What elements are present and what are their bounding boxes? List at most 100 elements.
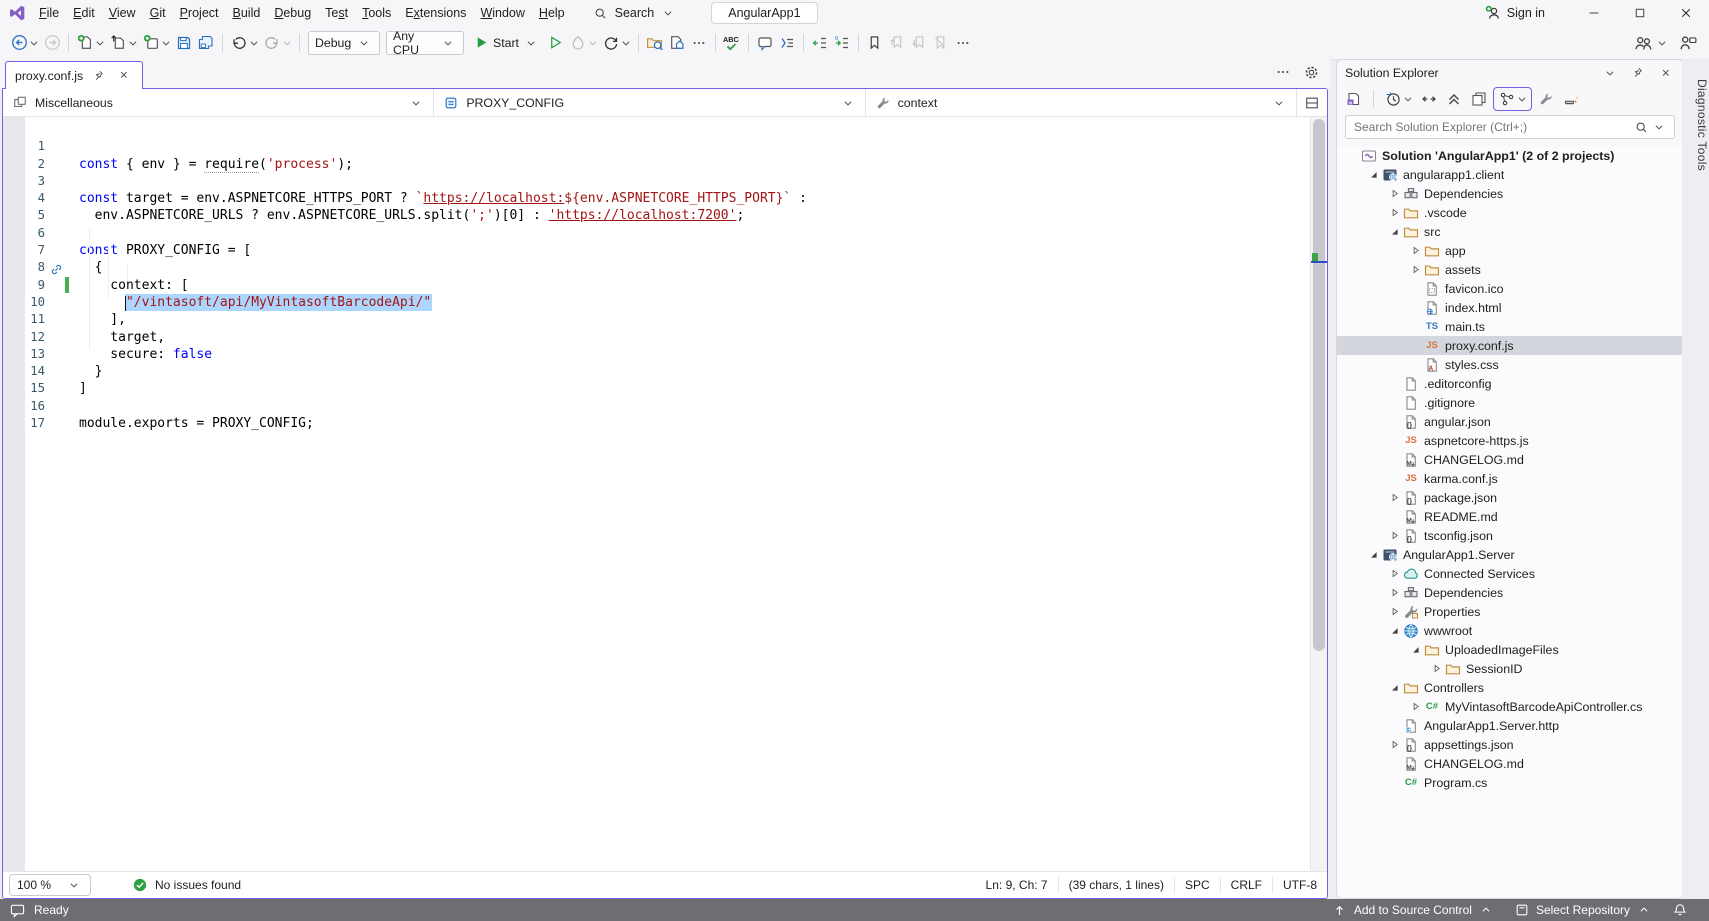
indent-inc-button[interactable]: 9 bbox=[831, 31, 853, 55]
close-icon[interactable] bbox=[1657, 64, 1675, 82]
scope-view-button[interactable] bbox=[1493, 87, 1532, 111]
split-editor-button[interactable] bbox=[1297, 89, 1327, 116]
expander-closed[interactable] bbox=[1387, 739, 1402, 750]
add-to-source-control-button[interactable]: Add to Source Control bbox=[1325, 899, 1501, 921]
nav-dropdown-1[interactable]: PROXY_CONFIG bbox=[434, 89, 865, 116]
tree-item--gitignore[interactable]: .gitignore bbox=[1337, 393, 1683, 412]
tree-item-solution-angularapp1-2-of-2-projects-[interactable]: Solution 'AngularApp1' (2 of 2 projects) bbox=[1337, 146, 1683, 165]
comment-button[interactable] bbox=[754, 31, 776, 55]
tree-item-package-json[interactable]: {} package.json bbox=[1337, 488, 1683, 507]
tree-item--vscode[interactable]: .vscode bbox=[1337, 203, 1683, 222]
save-all-button[interactable] bbox=[195, 31, 217, 55]
more-button[interactable] bbox=[952, 31, 974, 55]
window-close-button[interactable] bbox=[1663, 0, 1709, 26]
tree-item-proxy-conf-js[interactable]: JS proxy.conf.js bbox=[1337, 336, 1683, 355]
more-button[interactable] bbox=[688, 31, 710, 55]
more-options-icon[interactable] bbox=[1274, 63, 1292, 81]
tree-item-connected-services[interactable]: Connected Services bbox=[1337, 564, 1683, 583]
menu-project[interactable]: Project bbox=[173, 3, 226, 23]
menu-git[interactable]: Git bbox=[143, 3, 173, 23]
send-feedback-button[interactable] bbox=[1677, 31, 1699, 55]
expander-closed[interactable] bbox=[1387, 606, 1402, 617]
tree-item-dependencies[interactable]: Dependencies bbox=[1337, 583, 1683, 602]
active-project-badge[interactable]: AngularApp1 bbox=[711, 2, 817, 24]
nav-forward-button[interactable] bbox=[41, 31, 63, 55]
bookmark-next-button[interactable] bbox=[908, 31, 930, 55]
expander-open[interactable] bbox=[1408, 644, 1423, 655]
tree-item-changelog-md[interactable]: M CHANGELOG.md bbox=[1337, 450, 1683, 469]
indent-dec-button[interactable] bbox=[809, 31, 831, 55]
debug-target-combo[interactable]: Debug bbox=[308, 31, 380, 55]
expander-closed[interactable] bbox=[1408, 264, 1423, 275]
encoding[interactable]: UTF-8 bbox=[1272, 877, 1327, 893]
tab-proxy-conf-js[interactable]: proxy.conf.js bbox=[5, 61, 143, 89]
notifications-button[interactable] bbox=[1665, 899, 1695, 921]
tree-item-tsconfig-json[interactable]: {} tsconfig.json bbox=[1337, 526, 1683, 545]
menu-build[interactable]: Build bbox=[226, 3, 268, 23]
tree-item-appsettings-json[interactable]: {} appsettings.json bbox=[1337, 735, 1683, 754]
find-in-files-button[interactable] bbox=[644, 31, 666, 55]
expander-open[interactable] bbox=[1387, 682, 1402, 693]
collapse-all-button[interactable] bbox=[1443, 88, 1465, 110]
tree-item-angularapp1-server[interactable]: AngularApp1.Server bbox=[1337, 545, 1683, 564]
menu-test[interactable]: Test bbox=[318, 3, 355, 23]
sign-in-button[interactable]: Sign in bbox=[1484, 4, 1545, 22]
expander-open[interactable] bbox=[1387, 226, 1402, 237]
caret-position[interactable]: Ln: 9, Ch: 7 bbox=[976, 877, 1058, 893]
preview-browser-button[interactable] bbox=[666, 31, 688, 55]
tree-item-angularapp1-client[interactable]: angularapp1.client bbox=[1337, 165, 1683, 184]
pin-icon[interactable] bbox=[90, 67, 108, 85]
menu-extensions[interactable]: Extensions bbox=[398, 3, 473, 23]
hot-reload-button[interactable] bbox=[567, 31, 600, 55]
nav-dropdown-0[interactable]: Miscellaneous bbox=[3, 89, 434, 116]
menu-debug[interactable]: Debug bbox=[267, 3, 318, 23]
tree-item-index-html[interactable]: index.html bbox=[1337, 298, 1683, 317]
live-share-button[interactable] bbox=[1632, 31, 1673, 55]
open-file-button[interactable] bbox=[107, 31, 140, 55]
tree-item-changelog-md[interactable]: M CHANGELOG.md bbox=[1337, 754, 1683, 773]
tree-item-angular-json[interactable]: {} angular.json bbox=[1337, 412, 1683, 431]
sync-with-active-document-button[interactable] bbox=[1418, 88, 1440, 110]
show-all-files-button[interactable] bbox=[1468, 88, 1490, 110]
save-button[interactable] bbox=[173, 31, 195, 55]
tree-item-wwwroot[interactable]: wwwroot bbox=[1337, 621, 1683, 640]
line-ending[interactable]: CRLF bbox=[1220, 877, 1272, 893]
expander-closed[interactable] bbox=[1387, 587, 1402, 598]
expander-open[interactable] bbox=[1366, 169, 1381, 180]
whitespace-mode[interactable]: SPC bbox=[1174, 877, 1220, 893]
zoom-level-combo[interactable]: 100 % bbox=[9, 874, 91, 896]
tree-item-dependencies[interactable]: Dependencies bbox=[1337, 184, 1683, 203]
menu-tools[interactable]: Tools bbox=[355, 3, 398, 23]
title-search-control[interactable]: Search bbox=[586, 2, 684, 24]
add-item-button[interactable] bbox=[140, 31, 173, 55]
bookmark-prev-button[interactable] bbox=[886, 31, 908, 55]
expander-open[interactable] bbox=[1366, 549, 1381, 560]
expander-closed[interactable] bbox=[1387, 188, 1402, 199]
expander-closed[interactable] bbox=[1408, 245, 1423, 256]
tree-item-myvintasoftbarcodeapicontroller-cs[interactable]: C# MyVintasoftBarcodeApiController.cs bbox=[1337, 697, 1683, 716]
switch-views-button[interactable] bbox=[1343, 88, 1365, 110]
expander-closed[interactable] bbox=[1387, 207, 1402, 218]
tree-item--editorconfig[interactable]: .editorconfig bbox=[1337, 374, 1683, 393]
chevron-down-icon[interactable] bbox=[1650, 118, 1668, 136]
tree-item-aspnetcore-https-js[interactable]: JS aspnetcore-https.js bbox=[1337, 431, 1683, 450]
close-icon[interactable] bbox=[115, 67, 133, 85]
scrollbar-thumb[interactable] bbox=[1313, 119, 1325, 651]
window-minimize-button[interactable] bbox=[1571, 0, 1617, 26]
tree-item-controllers[interactable]: Controllers bbox=[1337, 678, 1683, 697]
tree-item-main-ts[interactable]: TS main.ts bbox=[1337, 317, 1683, 336]
tree-item-sessionid[interactable]: SessionID bbox=[1337, 659, 1683, 678]
tree-item-karma-conf-js[interactable]: JS karma.conf.js bbox=[1337, 469, 1683, 488]
select-repository-button[interactable]: Select Repository bbox=[1507, 899, 1659, 921]
refresh-button[interactable] bbox=[600, 31, 633, 55]
menu-window[interactable]: Window bbox=[473, 3, 531, 23]
run-outline-button[interactable] bbox=[545, 31, 567, 55]
new-file-button[interactable] bbox=[74, 31, 107, 55]
spell-check-button[interactable]: ABC bbox=[721, 31, 743, 55]
properties-button[interactable] bbox=[1535, 88, 1557, 110]
menu-view[interactable]: View bbox=[102, 3, 143, 23]
expander-closed[interactable] bbox=[1387, 530, 1402, 541]
search-input[interactable] bbox=[1352, 119, 1632, 135]
issues-indicator[interactable]: No issues found bbox=[131, 876, 241, 894]
tree-item-assets[interactable]: assets bbox=[1337, 260, 1683, 279]
